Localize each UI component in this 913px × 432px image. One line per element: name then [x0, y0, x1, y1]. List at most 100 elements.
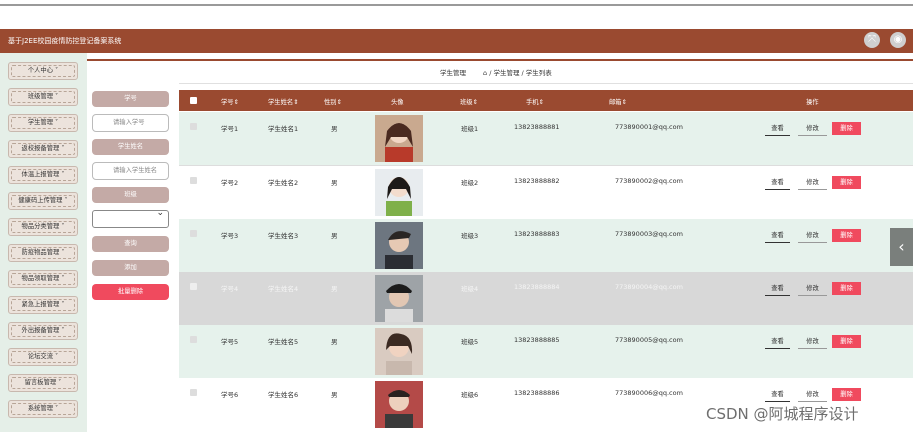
table-row[interactable]: 学号2 学生姓名2 男 班级2 13823888882 773890002@qq…: [179, 166, 913, 220]
sidebar-item-temperature[interactable]: 体温上报管理 ˅: [8, 166, 78, 184]
column-header-email[interactable]: 邮箱⇕: [609, 97, 627, 106]
avatar: [375, 381, 423, 428]
column-header-gender[interactable]: 性别⇕: [324, 97, 342, 106]
sidebar-item-profile[interactable]: 个人中心 ˅: [8, 62, 78, 80]
cell-no: 学号6: [221, 391, 239, 399]
sidebar-item-epidemic-items[interactable]: 防疫物品管理 ˅: [8, 244, 78, 262]
fullscreen-icon[interactable]: ⤧: [864, 32, 880, 48]
edit-button[interactable]: 修改: [798, 229, 827, 243]
class-label: 班级: [92, 187, 169, 203]
sidebar-item-return-report[interactable]: 返校报备管理 ˅: [8, 140, 78, 158]
sidebar-item-label: 学生管理: [27, 119, 53, 126]
chevron-down-icon: ˅: [61, 301, 65, 308]
add-button[interactable]: 添加: [92, 260, 169, 276]
view-button[interactable]: 查看: [765, 122, 790, 136]
avatar: [375, 328, 423, 375]
delete-button[interactable]: 删除: [832, 388, 861, 401]
cell-email: 773890004@qq.com: [615, 283, 683, 291]
delete-button[interactable]: 删除: [832, 282, 861, 295]
cell-class: 班级3: [461, 232, 479, 240]
sidebar-item-forum[interactable]: 论坛交流 ˅: [8, 348, 78, 366]
sidebar-item-outing[interactable]: 外出报备管理 ˅: [8, 322, 78, 340]
edit-button[interactable]: 修改: [798, 176, 827, 190]
delete-button[interactable]: 删除: [832, 176, 861, 189]
top-blank-area: [0, 6, 913, 30]
cell-class: 班级2: [461, 179, 479, 187]
column-header-name[interactable]: 学生姓名⇕: [268, 97, 298, 106]
page-title: 学生管理: [440, 69, 466, 77]
column-header-phone[interactable]: 手机⇕: [526, 97, 544, 106]
delete-button[interactable]: 删除: [832, 229, 861, 242]
student-name-label: 学生姓名: [92, 139, 169, 155]
breadcrumb[interactable]: ⌂ / 学生管理 / 学生列表: [483, 67, 552, 77]
class-select[interactable]: [92, 208, 169, 228]
chevron-down-icon: ˅: [55, 405, 59, 412]
app-title: 基于J2EE校园疫情防控登记备案系统: [8, 37, 122, 45]
view-button[interactable]: 查看: [765, 229, 790, 243]
app-header: 基于J2EE校园疫情防控登记备案系统 ⤧ ◉: [0, 29, 913, 53]
row-checkbox[interactable]: [190, 283, 197, 290]
cell-gender: 男: [331, 338, 338, 346]
sidebar-item-item-claim[interactable]: 物品领取管理 ˅: [8, 270, 78, 288]
sidebar-item-health-code[interactable]: 健康码上传管理 ˅: [8, 192, 78, 210]
sidebar-item-system[interactable]: 系统管理 ˅: [8, 400, 78, 418]
edit-button[interactable]: 修改: [798, 388, 827, 402]
edit-button[interactable]: 修改: [798, 335, 827, 349]
table-row[interactable]: 学号4 学生姓名4 男 班级4 13823888884 773890004@qq…: [179, 272, 913, 326]
sidebar-item-label: 论坛交流: [27, 353, 53, 360]
avatar: [375, 115, 423, 162]
student-name-input[interactable]: 请输入学生姓名: [92, 162, 169, 180]
sidebar-item-label: 班级管理: [27, 93, 53, 100]
cell-no: 学号2: [221, 179, 239, 187]
view-button[interactable]: 查看: [765, 176, 790, 190]
cell-phone: 13823888881: [514, 123, 560, 131]
avatar: [375, 169, 423, 216]
sidebar-item-item-category[interactable]: 物品分类管理 ˅: [8, 218, 78, 236]
sidebar-item-label: 物品领取管理: [21, 275, 60, 282]
query-button[interactable]: 查询: [92, 236, 169, 252]
view-button[interactable]: 查看: [765, 282, 790, 296]
row-checkbox[interactable]: [190, 177, 197, 184]
view-button[interactable]: 查看: [765, 335, 790, 349]
cell-no: 学号4: [221, 285, 239, 293]
edit-button[interactable]: 修改: [798, 282, 827, 296]
chevron-down-icon: ˅: [61, 223, 65, 230]
row-checkbox[interactable]: [190, 336, 197, 343]
sidebar-item-label: 返校报备管理: [21, 145, 60, 152]
sidebar-item-student[interactable]: 学生管理 ˅: [8, 114, 78, 132]
student-no-input[interactable]: 请输入学号: [92, 114, 169, 132]
cell-no: 学号1: [221, 125, 239, 133]
table-row[interactable]: 学号1 学生姓名1 男 班级1 13823888881 773890001@qq…: [179, 112, 913, 166]
delete-button[interactable]: 删除: [832, 335, 861, 348]
column-header-no[interactable]: 学号⇕: [221, 97, 239, 106]
row-checkbox[interactable]: [190, 123, 197, 130]
table-row[interactable]: 学号3 学生姓名3 男 班级3 13823888883 773890003@qq…: [179, 219, 913, 273]
row-checkbox[interactable]: [190, 389, 197, 396]
cell-phone: 13823888884: [514, 283, 560, 291]
cell-email: 773890006@qq.com: [615, 389, 683, 397]
sidebar-item-class[interactable]: 班级管理 ˅: [8, 88, 78, 106]
sidebar-item-label: 留言板管理: [24, 379, 57, 386]
table-row[interactable]: 学号5 学生姓名5 男 班级5 13823888885 773890005@qq…: [179, 325, 913, 379]
view-button[interactable]: 查看: [765, 388, 790, 402]
delete-button[interactable]: 删除: [832, 122, 861, 135]
sidebar-item-label: 外出报备管理: [21, 327, 60, 334]
column-header-class[interactable]: 班级⇕: [460, 97, 478, 106]
cell-no: 学号3: [221, 232, 239, 240]
chevron-left-icon[interactable]: ‹: [890, 228, 913, 266]
sidebar-item-emergency[interactable]: 紧急上报管理 ˅: [8, 296, 78, 314]
row-checkbox[interactable]: [190, 230, 197, 237]
user-avatar-icon[interactable]: ◉: [890, 32, 906, 48]
chevron-down-icon: ˅: [58, 379, 62, 386]
sidebar-item-label: 物品分类管理: [21, 223, 60, 230]
cell-phone: 13823888882: [514, 177, 560, 185]
batch-delete-button[interactable]: 批量删除: [92, 284, 169, 300]
cell-phone: 13823888885: [514, 336, 560, 344]
cell-name: 学生姓名5: [268, 338, 299, 346]
edit-button[interactable]: 修改: [798, 122, 827, 136]
cell-email: 773890005@qq.com: [615, 336, 683, 344]
cell-gender: 男: [331, 285, 338, 293]
avatar: [375, 222, 423, 269]
select-all-checkbox[interactable]: [190, 97, 197, 104]
sidebar-item-message-board[interactable]: 留言板管理 ˅: [8, 374, 78, 392]
